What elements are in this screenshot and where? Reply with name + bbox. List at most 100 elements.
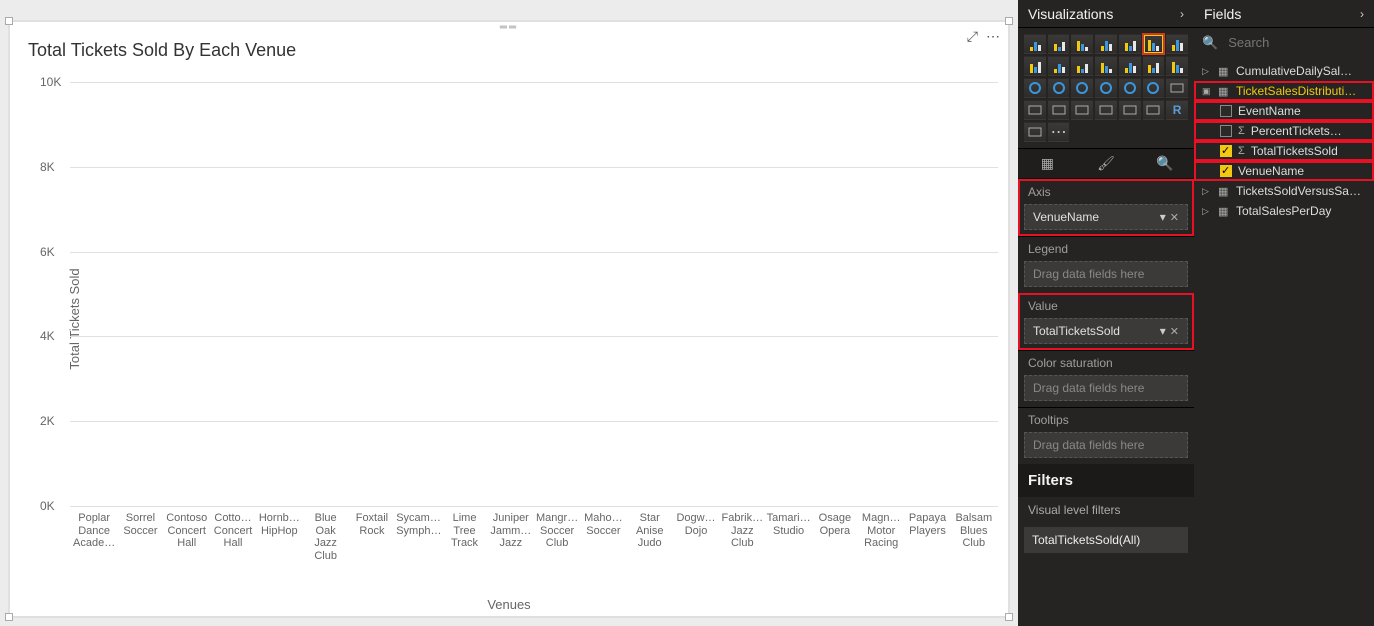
viz-type-funnel[interactable] [1143,78,1165,98]
field-table-TotalSalesPerDay[interactable]: ▷▦TotalSalesPerDay [1194,201,1374,221]
viz-type-more[interactable]: ⋯ [1048,122,1070,142]
x-tick-label: Sorrel Soccer [118,512,162,537]
viz-type-clustered-col[interactable] [1095,34,1117,54]
colorsat-well-label: Color saturation [1018,351,1194,375]
report-canvas[interactable]: ══ ⤢ ⋯ Total Tickets Sold By Each Venue … [0,0,1018,626]
legend-placeholder: Drag data fields here [1024,261,1188,287]
axis-field-pill[interactable]: VenueName ▾✕ [1024,204,1188,230]
field-table-TicketsSoldVersusSa…[interactable]: ▷▦TicketsSoldVersusSa… [1194,181,1374,201]
field-table-TicketSalesDistributi…[interactable]: ▣▦TicketSalesDistributi… [1194,81,1374,101]
resize-handle[interactable] [5,613,13,621]
legend-field-well[interactable]: Legend Drag data fields here [1018,236,1194,293]
tooltips-field-well[interactable]: Tooltips Drag data fields here [1018,407,1194,464]
viz-type-filled-map[interactable] [1119,78,1141,98]
viz-type-area[interactable] [1024,56,1046,76]
viz-type-kpi[interactable] [1071,100,1093,120]
format-tab-icon[interactable]: 🖌 [1077,149,1136,178]
axis-well-label: Axis [1018,180,1194,204]
expand-caret-icon[interactable]: ▷ [1202,66,1212,77]
fields-panel: Fields › 🔍 ▷▦CumulativeDailySal…▣▦Ticket… [1194,0,1374,626]
viz-type-map[interactable] [1095,78,1117,98]
viz-type-treemap[interactable] [1071,78,1093,98]
field-table-CumulativeDailySal…[interactable]: ▷▦CumulativeDailySal… [1194,61,1374,81]
search-icon: 🔍 [1202,35,1218,51]
y-tick-label: 2K [40,414,55,428]
field-checkbox[interactable] [1220,165,1232,177]
value-field-well[interactable]: Value TotalTicketsSold ▾✕ [1018,293,1194,350]
field-table-label: TicketSalesDistributi… [1236,84,1356,98]
colorsat-placeholder: Drag data fields here [1024,375,1188,401]
axis-field-well[interactable]: Axis VenueName ▾✕ [1018,179,1194,236]
viz-type-matrix[interactable] [1143,100,1165,120]
viz-type-card[interactable] [1024,100,1046,120]
viz-type-stacked-bar100[interactable] [1119,34,1141,54]
resize-handle[interactable] [5,17,13,25]
focus-mode-icon[interactable]: ⤢ [967,28,978,45]
y-tick-label: 8K [40,160,55,174]
x-tick-label: Contoso Concert Hall [165,512,209,550]
expand-caret-icon[interactable]: ▷ [1202,206,1212,217]
chevron-down-icon[interactable]: ▾ [1160,210,1166,224]
search-input[interactable] [1226,34,1374,51]
viz-type-gauge[interactable] [1166,78,1188,98]
field-column-TotalTicketsSold[interactable]: ΣTotalTicketsSold [1194,141,1374,161]
chevron-right-icon[interactable]: › [1180,7,1184,21]
remove-field-icon[interactable]: ✕ [1170,212,1179,224]
field-checkbox[interactable] [1220,105,1232,117]
x-tick-label: Fabrik… Jazz Club [720,512,764,550]
viz-type-clustered-bar[interactable] [1048,34,1070,54]
remove-field-icon[interactable]: ✕ [1170,326,1179,338]
drag-handle-icon[interactable]: ══ [500,22,518,33]
viz-type-scatter[interactable] [1166,56,1188,76]
chevron-down-icon[interactable]: ▾ [1160,324,1166,338]
fields-header[interactable]: Fields › [1194,0,1374,28]
viz-type-pie[interactable] [1024,78,1046,98]
expand-caret-icon[interactable]: ▣ [1202,86,1212,97]
expand-caret-icon[interactable]: ▷ [1202,186,1212,197]
viz-type-waterfall[interactable] [1143,56,1165,76]
chart-visual-card[interactable]: ══ ⤢ ⋯ Total Tickets Sold By Each Venue … [8,20,1010,618]
field-column-VenueName[interactable]: VenueName [1194,161,1374,181]
resize-handle[interactable] [1005,17,1013,25]
viz-type-table[interactable] [1119,100,1141,120]
field-column-EventName[interactable]: EventName [1194,101,1374,121]
field-column-PercentTickets…[interactable]: ΣPercentTickets… [1194,121,1374,141]
field-checkbox[interactable] [1220,145,1232,157]
viz-type-clustered-col-sel[interactable] [1143,34,1165,54]
viz-type-stacked-area[interactable] [1048,56,1070,76]
filters-header: Filters [1018,464,1194,497]
resize-handle[interactable] [1005,613,1013,621]
x-tick-label: Cotto… Concert Hall [211,512,255,550]
more-options-icon[interactable]: ⋯ [986,28,1000,45]
fields-search[interactable]: 🔍 [1194,28,1374,57]
fields-title: Fields [1204,6,1241,22]
viz-type-slicer[interactable] [1095,100,1117,120]
viz-type-donut[interactable] [1048,78,1070,98]
y-tick-label: 10K [40,75,61,89]
sigma-icon: Σ [1238,145,1245,157]
viz-type-stacked-col[interactable] [1071,34,1093,54]
filter-item[interactable]: TotalTicketsSold(All) [1024,527,1188,553]
x-tick-label: Tamari… Studio [767,512,811,537]
gridline [70,506,998,507]
analytics-tab-icon[interactable]: 🔍 [1135,149,1194,178]
field-table-label: TicketsSoldVersusSa… [1236,184,1361,198]
value-field-value: TotalTicketsSold [1033,324,1120,338]
viz-type-line[interactable] [1166,34,1188,54]
viz-type-line-col2[interactable] [1095,56,1117,76]
viz-type-ribbon[interactable] [1119,56,1141,76]
fields-tab-icon[interactable]: ▦ [1018,149,1077,178]
chevron-right-icon[interactable]: › [1360,7,1364,21]
value-field-pill[interactable]: TotalTicketsSold ▾ ✕ [1024,318,1188,344]
table-icon: ▦ [1218,65,1230,78]
visualizations-header[interactable]: Visualizations › [1018,0,1194,28]
viz-type-r[interactable]: R [1166,100,1188,120]
viz-type-line-col[interactable] [1071,56,1093,76]
y-tick-label: 4K [40,329,55,343]
field-column-label: EventName [1238,104,1301,118]
viz-type-stacked-bar[interactable] [1024,34,1046,54]
viz-type-py[interactable] [1024,122,1046,142]
field-checkbox[interactable] [1220,125,1232,137]
viz-type-multi-card[interactable] [1048,100,1070,120]
colorsat-field-well[interactable]: Color saturation Drag data fields here [1018,350,1194,407]
